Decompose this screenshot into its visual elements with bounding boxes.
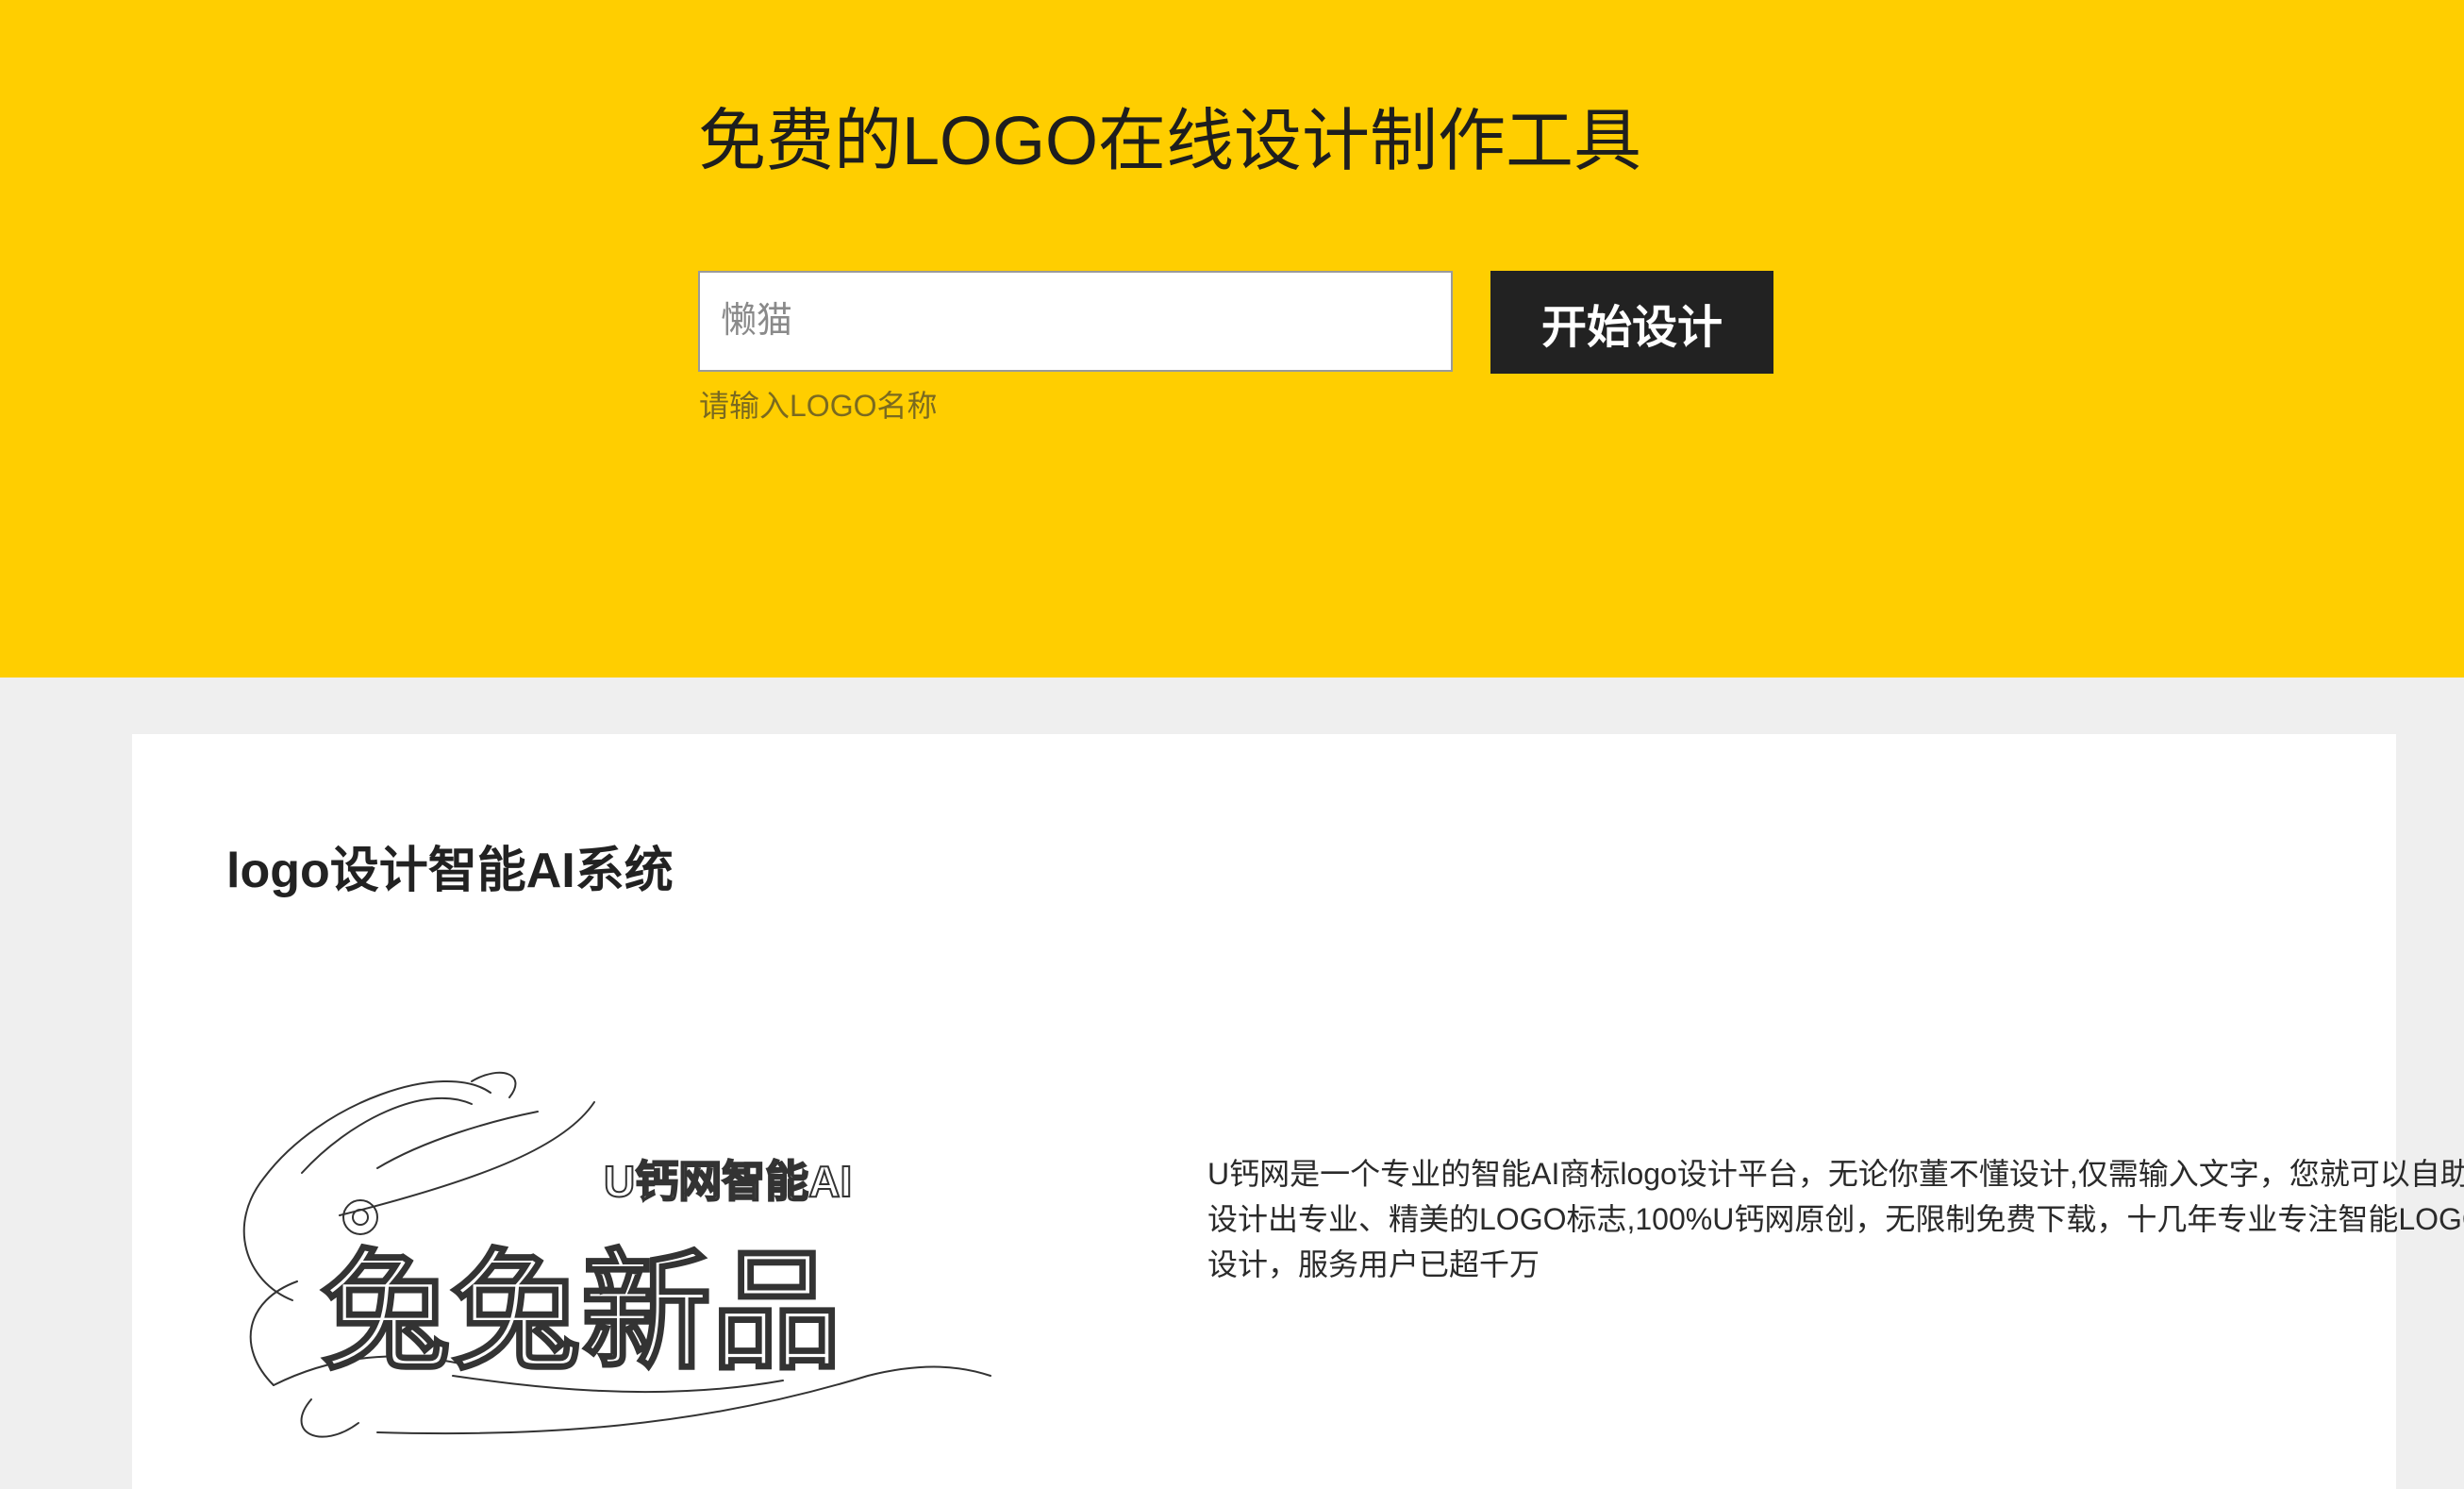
start-design-button[interactable]: 开始设计 bbox=[1490, 271, 1773, 374]
logo-tagline: U钙网智能AI bbox=[604, 1157, 852, 1206]
platform-description: U钙网是一个专业的智能AI商标logo设计平台，无论你董不懂设计,仅需输入文字，… bbox=[1207, 1157, 2464, 1281]
section-title: logo设计智能AI系统 bbox=[226, 844, 674, 898]
logo-name: 兔兔新品 bbox=[321, 1240, 841, 1385]
rabbit-logo-example: U钙网智能AI 兔兔新品 bbox=[242, 1072, 991, 1438]
hero-banner: 免费的LOGO在线设计制作工具 开始设计 请输入LOGO名称 bbox=[0, 0, 2464, 678]
page-title: 免费的LOGO在线设计制作工具 bbox=[698, 104, 1642, 179]
logo-name-input[interactable] bbox=[698, 271, 1453, 372]
intro-card: logo设计智能AI系统 U钙网智能AI 兔兔新品 U钙网是一个专业的智能AI商… bbox=[132, 734, 2464, 1489]
input-hint: 请输入LOGO名称 bbox=[699, 389, 938, 423]
